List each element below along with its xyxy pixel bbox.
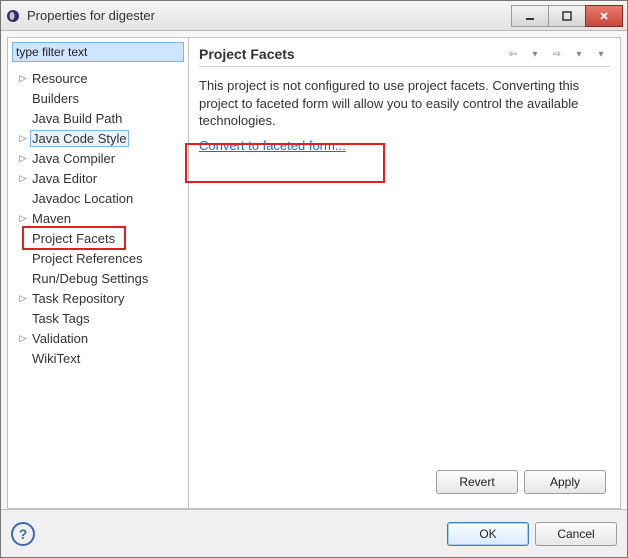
tree-item-task-repository[interactable]: ▷Task Repository: [8, 288, 188, 308]
tree-item-wikitext[interactable]: ▷WikiText: [8, 348, 188, 368]
tree-item-label: Maven: [30, 211, 73, 226]
tree-item-project-references[interactable]: ▷Project References: [8, 248, 188, 268]
facets-description: This project is not configured to use pr…: [199, 77, 610, 130]
tree-item-validation[interactable]: ▷Validation: [8, 328, 188, 348]
tree-item-java-code-style[interactable]: ▷Java Code Style: [8, 128, 188, 148]
tree-item-project-facets[interactable]: ▷Project Facets: [8, 228, 188, 248]
filter-input[interactable]: [12, 42, 184, 62]
tree-item-label: Task Repository: [30, 291, 126, 306]
close-button[interactable]: [585, 5, 623, 27]
nav-buttons: ⇦ ▾ ⇨ ▾ ▾: [504, 46, 610, 62]
category-tree[interactable]: ▷Resource▷Builders▷Java Build Path▷Java …: [8, 66, 188, 370]
tree-item-label: Java Code Style: [30, 130, 129, 147]
tree-item-javadoc-location[interactable]: ▷Javadoc Location: [8, 188, 188, 208]
page-title: Project Facets: [199, 46, 295, 62]
filter-box: [12, 42, 184, 62]
twisty-icon[interactable]: ▷: [16, 333, 30, 344]
tree-item-label: Validation: [30, 331, 90, 346]
tree-item-label: Java Compiler: [30, 151, 117, 166]
dialog-body: ▷Resource▷Builders▷Java Build Path▷Java …: [1, 31, 627, 509]
ok-button[interactable]: OK: [447, 522, 529, 546]
eclipse-icon: [5, 8, 21, 24]
tree-item-label: Task Tags: [30, 311, 92, 326]
apply-row: Revert Apply: [199, 462, 610, 502]
window-buttons: [512, 5, 623, 27]
twisty-icon[interactable]: ▷: [16, 133, 30, 144]
tree-item-maven[interactable]: ▷Maven: [8, 208, 188, 228]
main-panel: Project Facets ⇦ ▾ ⇨ ▾ ▾ This project is…: [189, 37, 621, 509]
tree-wrap: ▷Resource▷Builders▷Java Build Path▷Java …: [8, 66, 188, 508]
twisty-icon[interactable]: ▷: [16, 153, 30, 164]
titlebar[interactable]: Properties for digester: [1, 1, 627, 31]
view-menu-icon[interactable]: ▾: [592, 46, 610, 62]
apply-button[interactable]: Apply: [524, 470, 606, 494]
tree-item-resource[interactable]: ▷Resource: [8, 68, 188, 88]
twisty-icon[interactable]: ▷: [16, 73, 30, 84]
back-button[interactable]: ⇦: [504, 46, 522, 62]
tree-item-label: Javadoc Location: [30, 191, 135, 206]
main-header: Project Facets ⇦ ▾ ⇨ ▾ ▾: [199, 46, 610, 62]
tree-item-run-debug-settings[interactable]: ▷Run/Debug Settings: [8, 268, 188, 288]
sidebar: ▷Resource▷Builders▷Java Build Path▷Java …: [7, 37, 189, 509]
properties-dialog: Properties for digester ▷Resource▷Builde…: [0, 0, 628, 558]
separator: [199, 66, 610, 67]
tree-item-label: Resource: [30, 71, 90, 86]
twisty-icon[interactable]: ▷: [16, 293, 30, 304]
tree-item-label: Project References: [30, 251, 145, 266]
back-menu-icon[interactable]: ▾: [526, 46, 544, 62]
tree-item-label: Builders: [30, 91, 81, 106]
forward-menu-icon[interactable]: ▾: [570, 46, 588, 62]
revert-button[interactable]: Revert: [436, 470, 518, 494]
tree-item-label: Java Build Path: [30, 111, 124, 126]
window-title: Properties for digester: [27, 8, 512, 23]
help-icon[interactable]: ?: [11, 522, 35, 546]
twisty-icon[interactable]: ▷: [16, 173, 30, 184]
forward-button[interactable]: ⇨: [548, 46, 566, 62]
maximize-button[interactable]: [548, 5, 586, 27]
tree-item-label: Java Editor: [30, 171, 99, 186]
tree-item-label: Run/Debug Settings: [30, 271, 150, 286]
convert-link[interactable]: Convert to faceted form...: [199, 138, 610, 153]
tree-item-label: Project Facets: [30, 231, 117, 246]
tree-item-label: WikiText: [30, 351, 82, 366]
tree-item-java-build-path[interactable]: ▷Java Build Path: [8, 108, 188, 128]
tree-item-task-tags[interactable]: ▷Task Tags: [8, 308, 188, 328]
dialog-footer: ? OK Cancel: [1, 509, 627, 557]
cancel-button[interactable]: Cancel: [535, 522, 617, 546]
tree-item-java-compiler[interactable]: ▷Java Compiler: [8, 148, 188, 168]
tree-item-java-editor[interactable]: ▷Java Editor: [8, 168, 188, 188]
minimize-button[interactable]: [511, 5, 549, 27]
tree-item-builders[interactable]: ▷Builders: [8, 88, 188, 108]
twisty-icon[interactable]: ▷: [16, 213, 30, 224]
